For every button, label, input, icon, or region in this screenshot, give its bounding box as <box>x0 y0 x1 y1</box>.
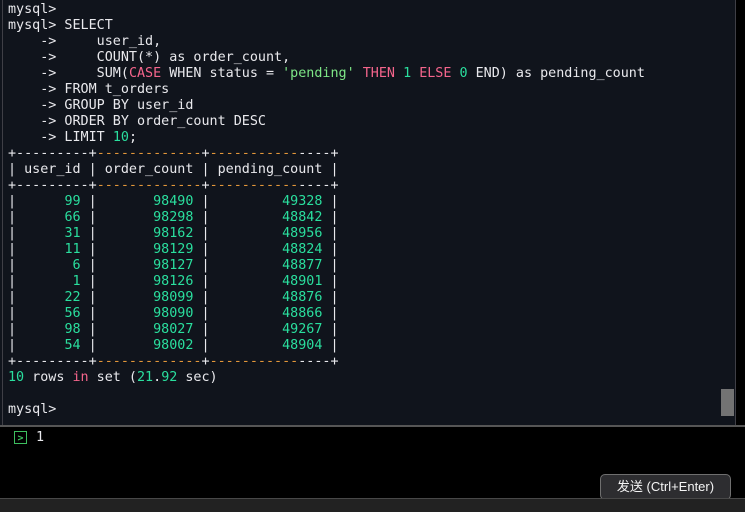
terminal-line: | 1 | 98126 | 48901 | <box>8 274 339 289</box>
terminal-line: | 54 | 98002 | 48904 | <box>8 338 339 353</box>
terminal-line: -> FROM t_orders <box>8 82 170 97</box>
scrollbar-track-line <box>735 0 736 498</box>
terminal-line: mysql> <box>8 2 57 17</box>
terminal-line: | 11 | 98129 | 48824 | <box>8 242 339 257</box>
send-button[interactable]: 发送 (Ctrl+Enter) <box>600 474 731 500</box>
terminal-line: | 56 | 98090 | 48866 | <box>8 306 339 321</box>
terminal-line: -> LIMIT 10; <box>8 130 137 145</box>
terminal-line: mysql> <box>8 402 57 417</box>
scrollbar-thumb[interactable] <box>721 389 734 416</box>
terminal-line: -> SUM(CASE WHEN status = 'pending' THEN… <box>8 66 645 81</box>
run-prompt-icon: > <box>14 431 27 444</box>
terminal-line: | 6 | 98127 | 48877 | <box>8 258 339 273</box>
terminal-lines: mysql> mysql> SELECT -> user_id, -> COUNT… <box>0 0 735 418</box>
left-pane-border <box>2 0 3 498</box>
terminal-line: +---------+-------------+---------------… <box>8 178 339 193</box>
terminal-line: +---------+-------------+---------------… <box>8 146 339 161</box>
terminal-line: -> COUNT(*) as order_count, <box>8 50 291 65</box>
message-input-value[interactable]: 1 <box>36 429 44 446</box>
terminal-line: | 31 | 98162 | 48956 | <box>8 226 339 241</box>
terminal-line: | 66 | 98298 | 48842 | <box>8 210 339 225</box>
terminal-line: -> ORDER BY order_count DESC <box>8 114 266 129</box>
terminal-output: mysql> mysql> SELECT -> user_id, -> COUNT… <box>0 0 735 425</box>
terminal-line: -> user_id, <box>8 34 162 49</box>
terminal-line: | user_id | order_count | pending_count … <box>8 162 339 177</box>
terminal-line: | 99 | 98490 | 49328 | <box>8 194 339 209</box>
terminal-line: -> GROUP BY user_id <box>8 98 194 113</box>
terminal-line: | 98 | 98027 | 49267 | <box>8 322 339 337</box>
terminal-line: mysql> SELECT <box>8 18 113 33</box>
terminal-line: | 22 | 98099 | 48876 | <box>8 290 339 305</box>
terminal-line: 10 rows in set (21.92 sec) <box>8 370 218 385</box>
bottom-status-bar <box>0 498 745 512</box>
mysql-client-window: mysql> mysql> SELECT -> user_id, -> COUNT… <box>0 0 745 512</box>
terminal-line: +---------+-------------+---------------… <box>8 354 339 369</box>
